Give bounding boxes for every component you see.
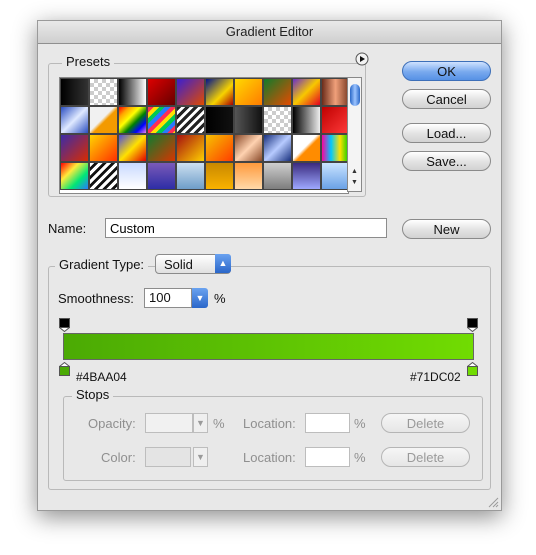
presets-legend: Presets bbox=[62, 54, 115, 69]
opacity-input[interactable] bbox=[145, 413, 193, 433]
preset-swatch[interactable] bbox=[321, 134, 348, 162]
preset-swatch[interactable] bbox=[234, 162, 263, 190]
stops-legend: Stops bbox=[72, 387, 114, 402]
presets-swatch-grid bbox=[59, 77, 349, 194]
opacity-unit: % bbox=[213, 416, 225, 431]
preset-swatch[interactable] bbox=[89, 162, 118, 190]
preset-swatch[interactable] bbox=[205, 134, 234, 162]
window-title: Gradient Editor bbox=[38, 21, 501, 44]
name-label: Name: bbox=[48, 221, 87, 236]
preset-swatch[interactable] bbox=[321, 78, 348, 106]
gradient-preview-bar[interactable] bbox=[63, 333, 474, 360]
smoothness-unit: % bbox=[214, 291, 226, 306]
preset-swatch[interactable] bbox=[292, 78, 321, 106]
preset-swatch[interactable] bbox=[205, 162, 234, 190]
delete-color-stop-button[interactable]: Delete bbox=[381, 447, 470, 467]
color-stop-left-icon[interactable] bbox=[59, 362, 70, 376]
preset-swatch[interactable] bbox=[263, 134, 292, 162]
preset-swatch[interactable] bbox=[205, 78, 234, 106]
color-location-label: Location: bbox=[243, 450, 296, 465]
preset-swatch[interactable] bbox=[60, 78, 89, 106]
preset-swatch[interactable] bbox=[292, 106, 321, 134]
color-stop-right-icon[interactable] bbox=[467, 362, 478, 376]
color-dropdown-icon[interactable]: ▼ bbox=[193, 447, 208, 467]
resize-grip-icon[interactable] bbox=[487, 496, 499, 508]
color-location-unit: % bbox=[354, 450, 366, 465]
preset-swatch[interactable] bbox=[147, 134, 176, 162]
preset-swatch[interactable] bbox=[89, 106, 118, 134]
delete-opacity-stop-button[interactable]: Delete bbox=[381, 413, 470, 433]
preset-swatch[interactable] bbox=[60, 106, 89, 134]
gradient-editor-window: Gradient Editor Presets ▲ ▼ OK Cancel Lo… bbox=[37, 20, 502, 511]
select-arrows-icon: ▲ bbox=[215, 254, 231, 273]
color-swatch[interactable] bbox=[145, 447, 191, 467]
ok-button[interactable]: OK bbox=[402, 61, 491, 81]
opacity-dropdown-icon[interactable]: ▼ bbox=[193, 413, 208, 433]
preset-swatch[interactable] bbox=[292, 162, 321, 190]
preset-swatch[interactable] bbox=[147, 106, 176, 134]
preset-swatch[interactable] bbox=[292, 134, 321, 162]
smoothness-label: Smoothness: bbox=[58, 291, 134, 306]
presets-menu-icon[interactable] bbox=[355, 52, 369, 66]
smoothness-dropdown-icon[interactable]: ▼ bbox=[192, 288, 208, 308]
name-input[interactable] bbox=[105, 218, 387, 238]
preset-swatch[interactable] bbox=[118, 106, 147, 134]
load-button[interactable]: Load... bbox=[402, 123, 491, 143]
end-color-hex: #71DC02 bbox=[410, 370, 461, 384]
presets-scrollbar[interactable]: ▲ ▼ bbox=[347, 77, 362, 192]
start-color-hex: #4BAA04 bbox=[76, 370, 127, 384]
preset-swatch[interactable] bbox=[176, 106, 205, 134]
preset-swatch[interactable] bbox=[321, 162, 348, 190]
color-location-input[interactable] bbox=[305, 447, 350, 467]
gradient-type-value: Solid bbox=[164, 257, 193, 272]
opacity-label: Opacity: bbox=[88, 416, 136, 431]
preset-swatch[interactable] bbox=[263, 106, 292, 134]
stops-group bbox=[63, 396, 483, 481]
opacity-stop-left-icon[interactable] bbox=[59, 318, 70, 332]
preset-swatch[interactable] bbox=[176, 78, 205, 106]
opacity-location-input[interactable] bbox=[305, 413, 350, 433]
preset-swatch[interactable] bbox=[234, 134, 263, 162]
preset-swatch[interactable] bbox=[147, 162, 176, 190]
cancel-button[interactable]: Cancel bbox=[402, 89, 491, 109]
scrollbar-thumb[interactable] bbox=[350, 84, 360, 106]
opacity-stop-right-icon[interactable] bbox=[467, 318, 478, 332]
new-button[interactable]: New bbox=[402, 219, 491, 239]
opacity-location-label: Location: bbox=[243, 416, 296, 431]
preset-swatch[interactable] bbox=[263, 78, 292, 106]
gradient-type-label: Gradient Type: bbox=[55, 257, 149, 272]
preset-swatch[interactable] bbox=[205, 106, 234, 134]
scroll-up-arrow-icon[interactable]: ▲ bbox=[351, 168, 358, 175]
preset-swatch[interactable] bbox=[118, 134, 147, 162]
preset-swatch[interactable] bbox=[234, 78, 263, 106]
preset-swatch[interactable] bbox=[147, 78, 176, 106]
preset-swatch[interactable] bbox=[118, 162, 147, 190]
preset-swatch[interactable] bbox=[89, 78, 118, 106]
preset-swatch[interactable] bbox=[89, 134, 118, 162]
color-label: Color: bbox=[101, 450, 136, 465]
save-button[interactable]: Save... bbox=[402, 151, 491, 171]
scroll-down-arrow-icon[interactable]: ▼ bbox=[351, 179, 358, 186]
opacity-location-unit: % bbox=[354, 416, 366, 431]
preset-swatch[interactable] bbox=[176, 134, 205, 162]
gradient-type-select[interactable]: Solid ▲ bbox=[155, 254, 231, 274]
preset-swatch[interactable] bbox=[60, 134, 89, 162]
preset-swatch[interactable] bbox=[118, 78, 147, 106]
preset-swatch[interactable] bbox=[263, 162, 292, 190]
preset-swatch[interactable] bbox=[234, 106, 263, 134]
smoothness-input[interactable]: 100 bbox=[144, 288, 192, 308]
preset-swatch[interactable] bbox=[176, 162, 205, 190]
preset-swatch[interactable] bbox=[321, 106, 348, 134]
preset-swatch[interactable] bbox=[60, 162, 89, 190]
